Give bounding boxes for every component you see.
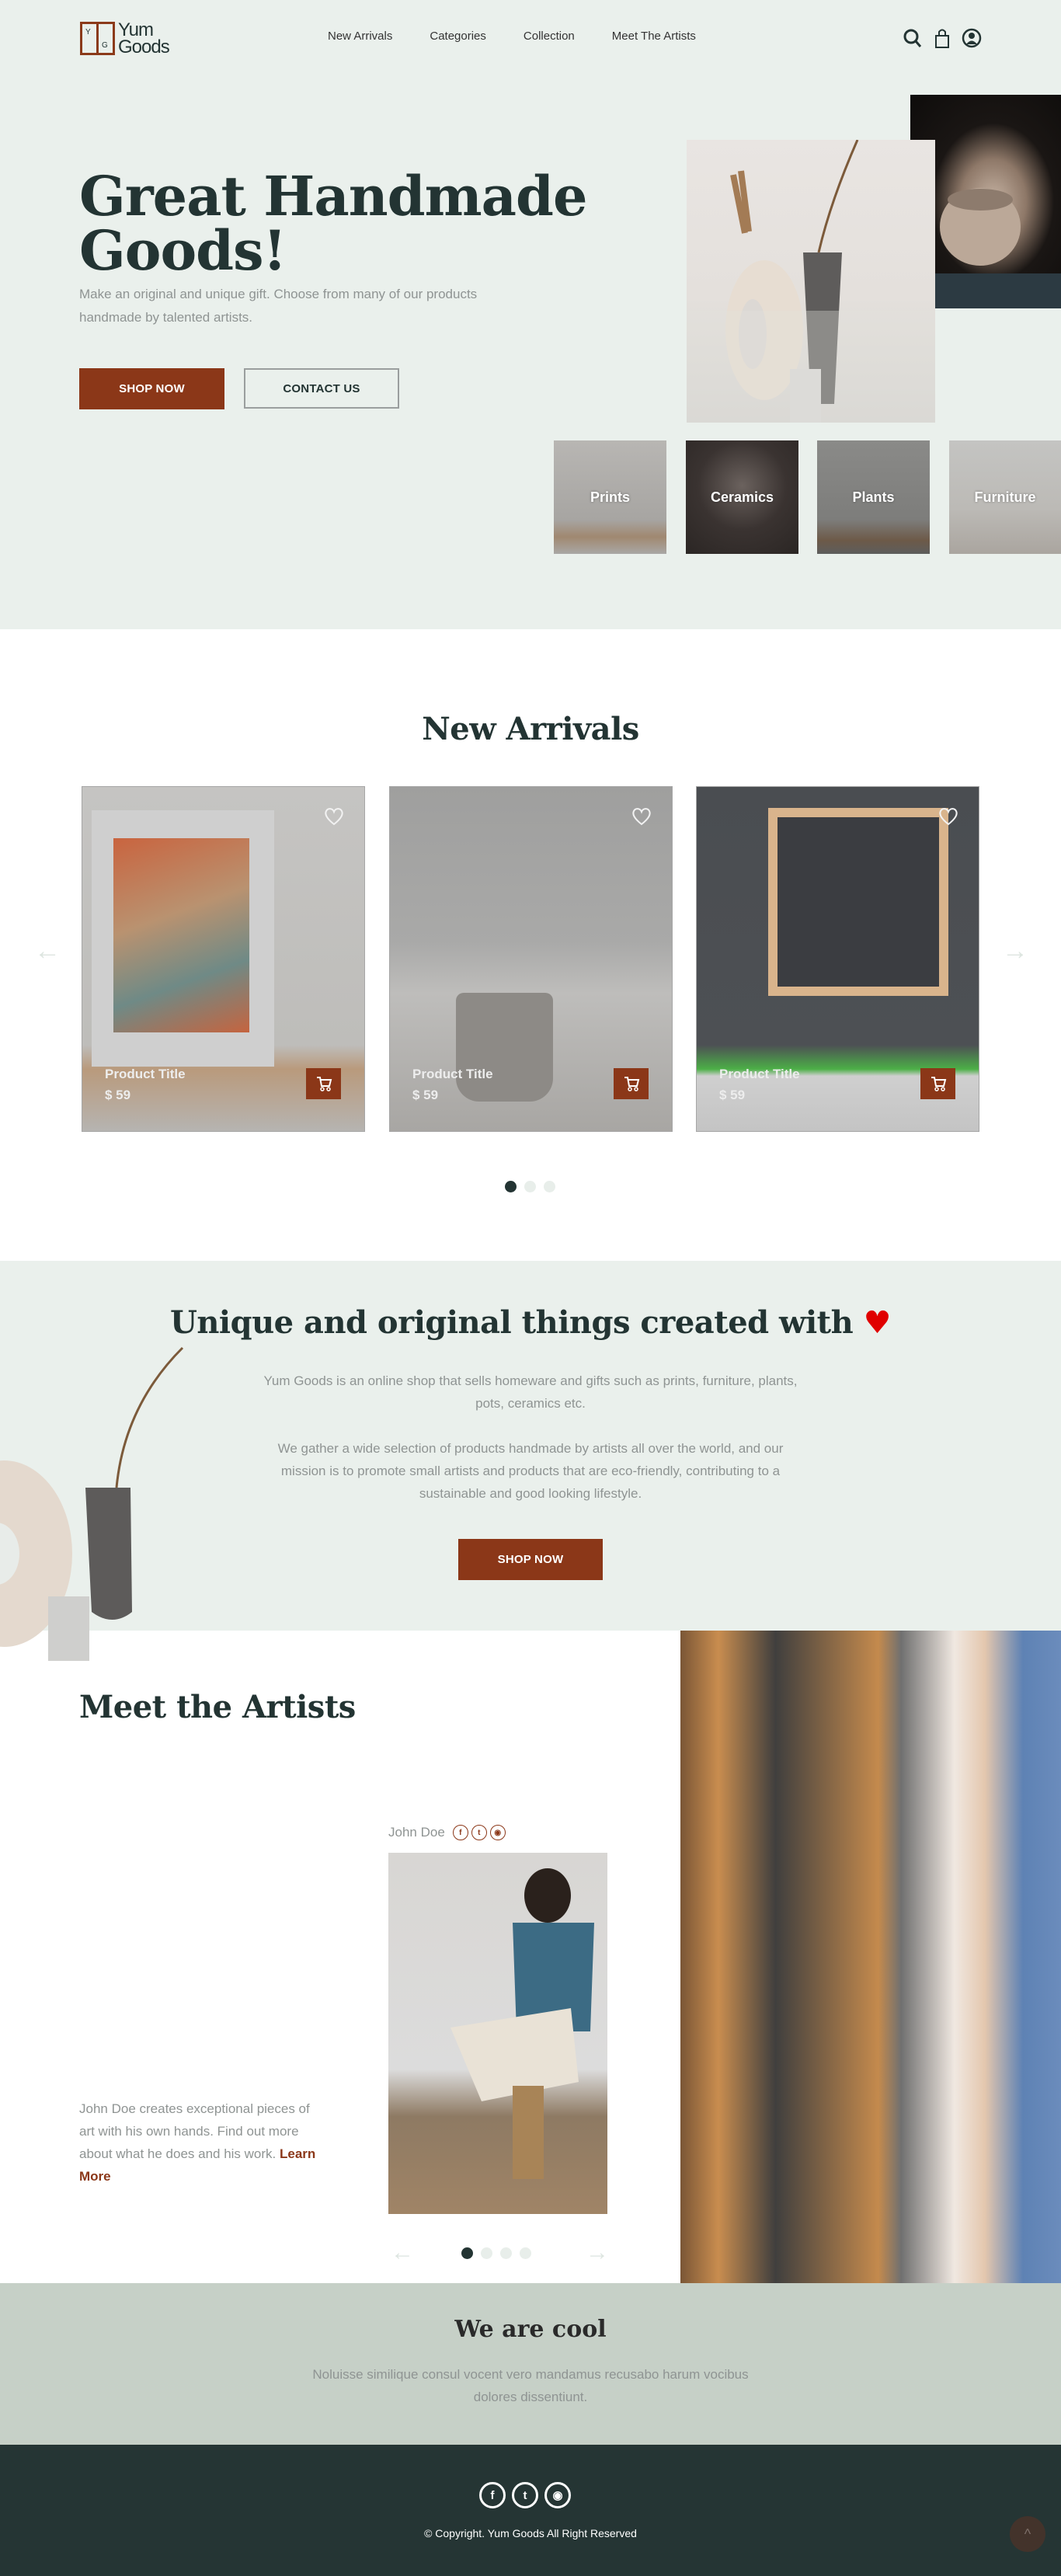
nav-new-arrivals[interactable]: New Arrivals — [328, 30, 392, 43]
pagination-dot-1[interactable] — [505, 1181, 517, 1192]
twitter-icon[interactable]: t — [471, 1825, 487, 1840]
cart-icon — [931, 1077, 946, 1091]
logo-text: Yum Goods — [118, 21, 170, 57]
instagram-icon[interactable]: ◉ — [544, 2482, 571, 2508]
logo-text-line2: Goods — [118, 37, 170, 57]
add-to-cart-button[interactable] — [920, 1068, 955, 1099]
nav-collection[interactable]: Collection — [524, 30, 575, 43]
shopping-bag-icon[interactable] — [932, 27, 952, 49]
product-price: $ 59 — [105, 1088, 131, 1102]
main-nav: New Arrivals Categories Collection Meet … — [328, 30, 696, 43]
add-to-cart-button[interactable] — [306, 1068, 341, 1099]
logo[interactable]: Y G Yum Goods — [80, 21, 170, 57]
artists-prev-arrow[interactable]: ← — [391, 2240, 414, 2266]
search-icon[interactable] — [903, 27, 923, 49]
back-to-top-button[interactable]: ^ — [1010, 2516, 1045, 2552]
category-prints[interactable]: Prints — [554, 440, 666, 554]
hero-title: Great Handmade Goods! — [79, 169, 587, 278]
about-shop-now-button[interactable]: SHOP NOW — [458, 1539, 603, 1580]
facebook-icon[interactable]: f — [452, 1825, 468, 1840]
hero-subtitle: Make an original and unique gift. Choose… — [79, 287, 478, 325]
about-paragraph-1: Yum Goods is an online shop that sells h… — [263, 1373, 798, 1411]
logo-letter-y: Y — [85, 28, 91, 37]
facebook-icon[interactable]: f — [479, 2482, 506, 2508]
product-price: $ 59 — [412, 1088, 439, 1102]
product-image-string-art — [768, 808, 948, 996]
nav-categories[interactable]: Categories — [430, 30, 486, 43]
category-prints-label: Prints — [590, 489, 630, 505]
nav-meet-the-artists[interactable]: Meet The Artists — [612, 30, 696, 43]
category-furniture[interactable]: Furniture — [949, 440, 1061, 554]
logo-letter-g: G — [102, 41, 108, 50]
site-header: Y G Yum Goods New Arrivals Categories Co… — [0, 0, 1061, 78]
new-arrivals-title: New Arrivals — [422, 711, 639, 747]
product-title: Product Title — [105, 1067, 186, 1081]
hero-section: Great Handmade Goods! Make an original a… — [0, 0, 1061, 629]
page: Great Handmade Goods! Make an original a… — [0, 0, 1061, 2576]
category-ceramics[interactable]: Ceramics — [686, 440, 798, 554]
artist-feature-photo — [680, 1631, 1061, 2283]
artist-name: John Doe — [388, 1825, 445, 1840]
artist-bio: John Doe creates exceptional pieces of a… — [79, 2097, 328, 2188]
add-to-cart-button[interactable] — [614, 1068, 649, 1099]
category-plants[interactable]: Plants — [817, 440, 930, 554]
about-title-text: Unique and original things created with — [169, 1304, 854, 1341]
pagination-dot-4[interactable] — [520, 2247, 531, 2259]
pagination-dot-3[interactable] — [544, 1181, 555, 1192]
we-are-cool-title: We are cool — [454, 2316, 607, 2343]
category-plants-label: Plants — [852, 489, 895, 505]
hero-title-line2: Goods! — [79, 218, 287, 283]
artists-pagination — [461, 2247, 531, 2259]
product-card[interactable]: Product Title $ 59 — [82, 786, 365, 1132]
cart-icon — [316, 1077, 332, 1091]
heart-icon: ♥ — [863, 1304, 892, 1341]
product-image-dandelions — [456, 993, 553, 1102]
product-image-print — [92, 810, 274, 1067]
category-ceramics-label: Ceramics — [710, 489, 774, 505]
product-title: Product Title — [412, 1067, 493, 1081]
meet-the-artists-title: Meet the Artists — [79, 1689, 356, 1725]
new-arrivals-pagination — [505, 1181, 555, 1192]
artist-name-row: John Doe f t ◉ — [388, 1825, 506, 1840]
chevron-up-icon: ^ — [1024, 2526, 1031, 2542]
decorative-vases-image — [0, 1346, 184, 1661]
artists-next-arrow[interactable]: → — [586, 2240, 609, 2266]
hero-shop-now-button[interactable]: SHOP NOW — [79, 368, 224, 409]
we-are-cool-section: We are cool Noluisse similique consul vo… — [0, 2283, 1061, 2445]
copyright-text: © Copyright. Yum Goods All Right Reserve… — [424, 2527, 637, 2539]
heart-icon[interactable] — [323, 806, 345, 826]
header-icons — [903, 27, 982, 49]
hero-vases-image — [687, 140, 935, 423]
hero-contact-us-button[interactable]: CONTACT US — [244, 368, 399, 409]
footer-social-links: f t ◉ — [479, 2482, 571, 2508]
logo-mark: Y G — [80, 22, 115, 55]
pagination-dot-2[interactable] — [481, 2247, 492, 2259]
twitter-icon[interactable]: t — [512, 2482, 538, 2508]
pagination-dot-2[interactable] — [524, 1181, 536, 1192]
user-account-icon[interactable] — [962, 27, 982, 49]
product-price: $ 59 — [719, 1088, 746, 1102]
about-paragraph-2: We gather a wide selection of products h… — [277, 1441, 784, 1501]
product-card[interactable]: Product Title $ 59 — [389, 786, 673, 1132]
heart-icon[interactable] — [938, 806, 959, 826]
artist-photo — [388, 1853, 607, 2214]
we-are-cool-text: Noluisse similique consul vocent vero ma… — [312, 2367, 749, 2404]
new-arrivals-prev-arrow[interactable]: ← — [34, 938, 61, 964]
product-title: Product Title — [719, 1067, 800, 1081]
product-card[interactable]: Product Title $ 59 — [696, 786, 979, 1132]
footer: f t ◉ © Copyright. Yum Goods All Right R… — [0, 2445, 1061, 2576]
logo-divider — [96, 24, 99, 53]
category-furniture-label: Furniture — [974, 489, 1036, 505]
instagram-icon[interactable]: ◉ — [489, 1825, 506, 1840]
pagination-dot-3[interactable] — [500, 2247, 512, 2259]
cart-icon — [624, 1077, 639, 1091]
pagination-dot-1[interactable] — [461, 2247, 473, 2259]
artist-bio-text: John Doe creates exceptional pieces of a… — [79, 2101, 310, 2161]
heart-icon[interactable] — [631, 806, 652, 826]
new-arrivals-next-arrow[interactable]: → — [1002, 938, 1028, 964]
